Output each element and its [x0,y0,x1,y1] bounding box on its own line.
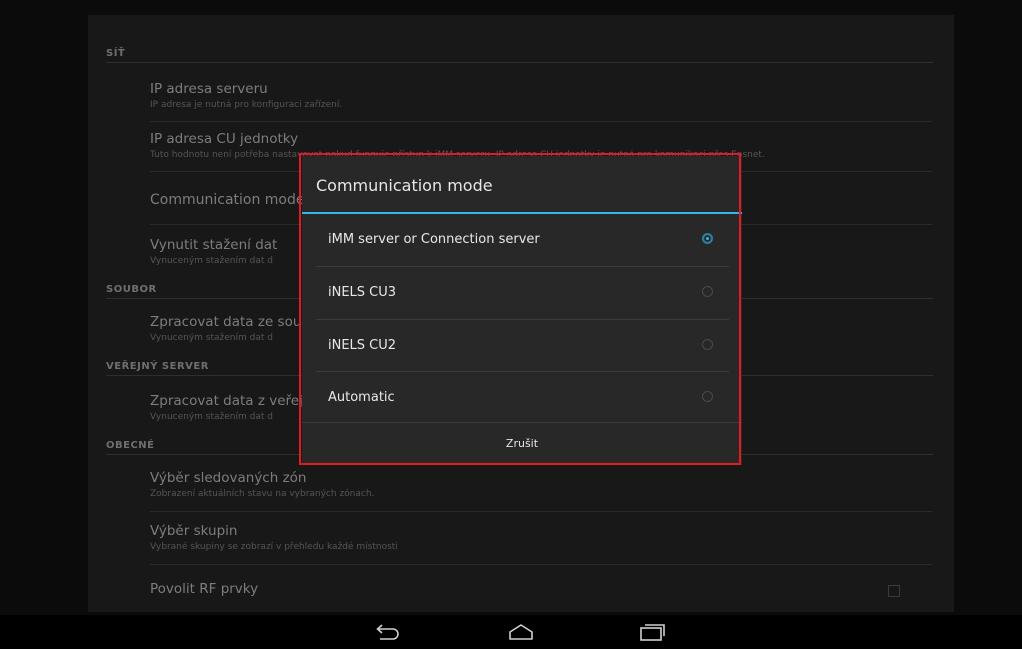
section-label: OBECNÉ [106,440,155,451]
dialog-title: Communication mode [316,176,493,195]
section-label: VEŘEJNÝ SERVER [106,361,209,372]
divider [150,121,932,122]
radio-selected-icon[interactable] [702,233,713,244]
setting-title: Výběr skupin [150,523,238,539]
communication-mode-dialog: Communication mode iMM server or Connect… [302,156,742,465]
option-inels-cu2[interactable]: iNELS CU2 [316,320,729,372]
setting-title: IP adresa CU jednotky [150,131,299,147]
section-divider [106,62,933,63]
option-label: iNELS CU2 [328,338,397,353]
screen: SÍŤ IP adresa serveru IP adresa je nutná… [0,0,1022,615]
divider [150,511,932,512]
cancel-button[interactable]: Zrušit [302,423,742,465]
back-icon[interactable] [372,620,402,644]
setting-summary: Zobrazení aktuálních stavu na vybraných … [150,489,375,499]
rf-checkbox[interactable] [888,585,900,597]
divider [150,564,932,565]
recents-icon[interactable] [637,620,667,644]
setting-ip-server[interactable]: IP adresa serveru IP adresa je nutná pro… [150,81,940,110]
setting-title: Výběr sledovaných zón [150,470,307,486]
radio-unselected-icon[interactable] [702,391,713,402]
option-label: Automatic [328,390,395,405]
section-label: SÍŤ [106,48,126,59]
section-label: SOUBOR [106,284,157,295]
setting-summary: IP adresa je nutná pro konfiguraci zaříz… [150,100,343,110]
setting-zones[interactable]: Výběr sledovaných zón Zobrazení aktuální… [150,470,940,499]
home-icon[interactable] [506,620,536,644]
setting-title: IP adresa serveru [150,81,268,97]
option-automatic[interactable]: Automatic [316,372,729,424]
section-header-network: SÍŤ [106,48,933,63]
option-inels-cu3[interactable]: iNELS CU3 [316,267,729,319]
radio-unselected-icon[interactable] [702,286,713,297]
setting-groups[interactable]: Výběr skupin Vybrané skupiny se zobrazí … [150,523,940,552]
option-label: iNELS CU3 [328,285,397,300]
setting-summary: Vybrané skupiny se zobrazí v přehledu ka… [150,542,398,552]
option-imm-server[interactable]: iMM server or Connection server [316,214,729,266]
setting-title: Povolit RF prvky [150,581,259,597]
option-label: iMM server or Connection server [328,232,540,247]
system-navigation-bar [0,615,1022,649]
setting-rf[interactable]: Povolit RF prvky [150,581,940,597]
radio-unselected-icon[interactable] [702,339,713,350]
